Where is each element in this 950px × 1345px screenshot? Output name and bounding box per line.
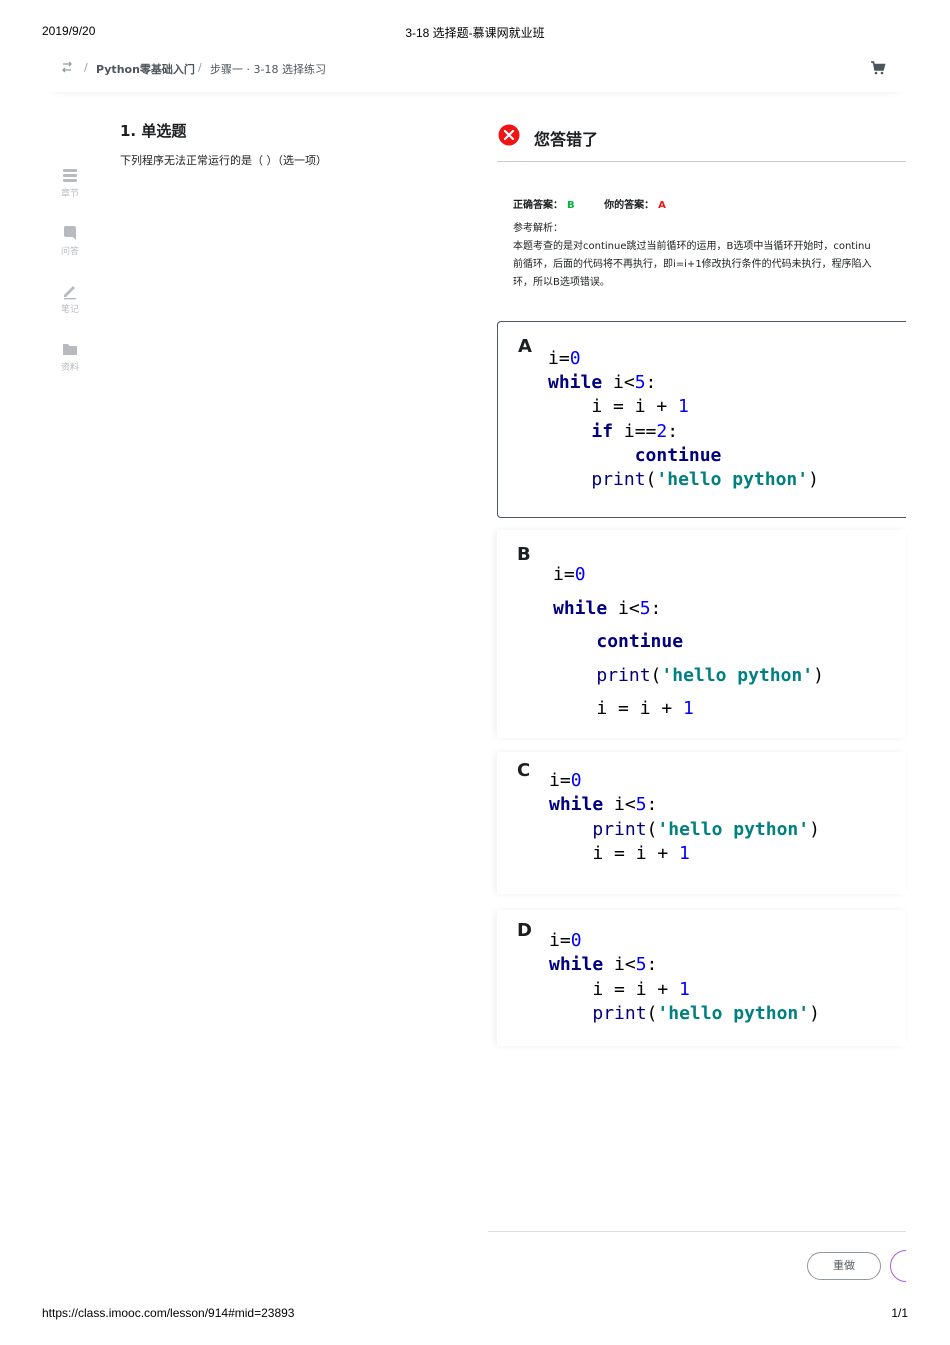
breadcrumb-step: 步骤一 · 3-18 选择练习 (210, 63, 326, 76)
code-line: while i<5: (548, 372, 657, 394)
analysis-line: 本题考查的是对continue跳过当前循环的运用，B选项中当循环开始时，cont… (513, 241, 871, 252)
analysis: 参考解析： 本题考查的是对continue跳过当前循环的运用，B选项中当循环开始… (513, 220, 906, 292)
option-a[interactable]: A i=0 while i<5: i = i + 1 if i==2: conti… (497, 321, 906, 518)
question-title: 1. 单选题 (120, 122, 187, 140)
code-line: continue (596, 631, 684, 652)
code-line: print('hello python') (592, 818, 820, 840)
code-line: i=0 (549, 770, 582, 791)
code-line: i=0 (553, 564, 586, 585)
code-line: i = i + 1 (549, 842, 690, 864)
breadcrumb-separator: / (198, 61, 202, 74)
code-line: i = i + 1 (549, 978, 690, 1000)
code-line: continue (634, 444, 722, 466)
sidebar-item-note[interactable]: 笔记 (52, 282, 88, 315)
code-line: i=0 (548, 348, 581, 369)
page-count: 1/1 (891, 1306, 908, 1320)
sidebar-item-materials[interactable]: 资料 (52, 340, 88, 373)
chapter-icon (63, 169, 77, 182)
result-status: 您答错了 (534, 130, 599, 149)
your-answer-value: A (658, 200, 666, 211)
code-line: while i<5: (549, 954, 658, 976)
print-footer: https://class.imooc.com/lesson/914#mid=2… (42, 1306, 908, 1322)
note-icon (64, 286, 76, 300)
page-url: https://class.imooc.com/lesson/914#mid=2… (42, 1306, 295, 1320)
sidebar-item-chapter[interactable]: 章节 (52, 166, 88, 199)
divider (488, 1231, 906, 1232)
option-b[interactable]: B i=0 while i<5: continue print('hello py… (497, 530, 906, 738)
swap-icon[interactable] (60, 60, 74, 74)
code-line: i = i + 1 (548, 396, 689, 418)
option-letter: D (517, 920, 532, 941)
code-line: if i==2: (591, 420, 679, 442)
print-title: 3-18 选择题-慕课网就业班 (405, 26, 545, 40)
analysis-line: 环，所以B选项错误。 (513, 277, 610, 288)
divider (497, 161, 906, 162)
sidebar-item-label: 资料 (60, 363, 79, 373)
correct-answer-value: B (567, 200, 575, 211)
option-letter: C (517, 760, 531, 781)
sidebar-item-label: 问答 (60, 247, 79, 257)
code-line: print('hello python') (591, 469, 819, 490)
analysis-line: 前循环，后面的代码将不再执行，即i=i+1修改执行条件的代码未执行，程序陷入 (513, 259, 872, 270)
question-text: 下列程序无法正常运行的是（ ）（选一项） (120, 154, 327, 167)
sidebar-item-label: 笔记 (60, 305, 79, 315)
cart-icon[interactable] (870, 60, 886, 76)
code-line: while i<5: (553, 597, 662, 619)
sidebar-item-label: 章节 (60, 189, 79, 199)
option-c[interactable]: C i=0 while i<5: print('hello python') i … (497, 752, 906, 894)
option-letter: B (517, 544, 531, 565)
top-bar: / Python零基础入门 / 步骤一 · 3-18 选择练习 (46, 56, 906, 92)
redo-button[interactable]: 重做 (807, 1252, 881, 1280)
code-line: i=0 (549, 930, 582, 951)
wrong-icon (498, 124, 520, 146)
your-answer-label: 你的答案： (604, 200, 655, 211)
print-header: 2019/9/20 3-18 选择题-慕课网就业班 (42, 24, 908, 40)
code-line: print('hello python') (592, 1002, 820, 1024)
option-letter: A (518, 336, 532, 357)
analysis-title: 参考解析： (513, 223, 563, 234)
breadcrumb-separator: / (84, 61, 88, 74)
sidebar-item-qa[interactable]: 问答 (52, 224, 88, 257)
breadcrumb-course-link[interactable]: Python零基础入门 (96, 61, 195, 77)
answer-summary: 正确答案： B 你的答案： A (513, 196, 666, 211)
folder-icon (63, 344, 77, 355)
option-d[interactable]: D i=0 while i<5: i = i + 1 print('hello p… (497, 910, 906, 1046)
code-line: while i<5: (549, 794, 658, 816)
code-line: i = i + 1 (553, 698, 694, 719)
qa-icon (64, 226, 76, 240)
correct-answer-label: 正确答案： (513, 200, 563, 211)
next-button[interactable] (890, 1250, 906, 1282)
code-line: print('hello python') (596, 664, 824, 686)
